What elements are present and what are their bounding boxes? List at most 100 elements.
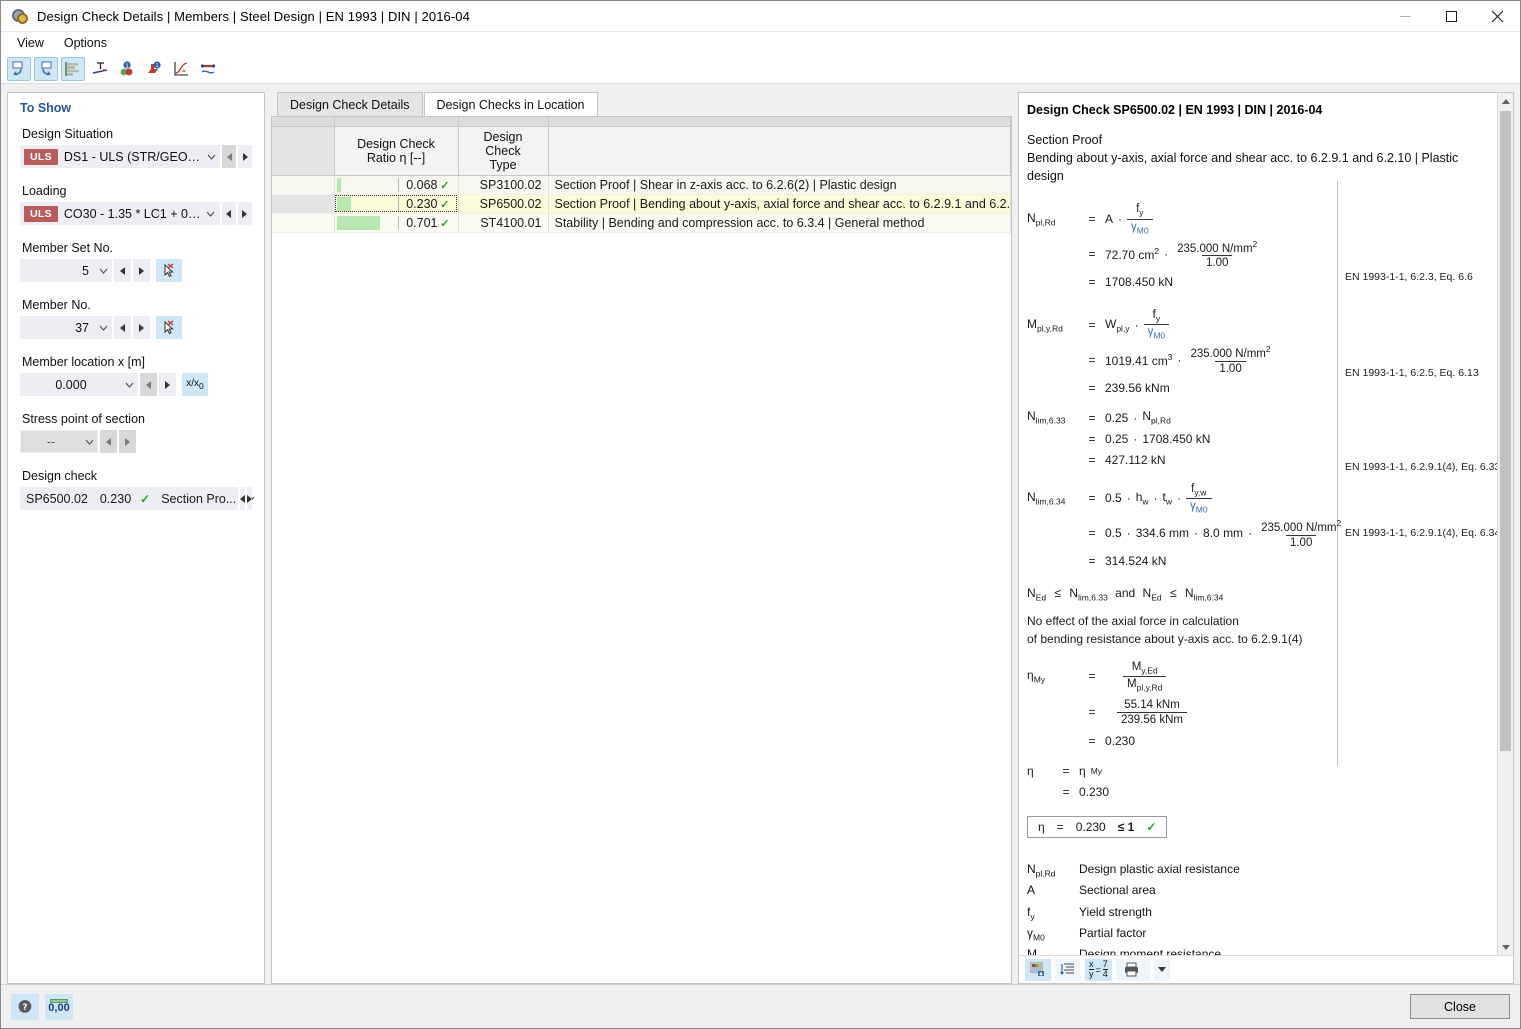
chevron-down-icon[interactable]	[81, 439, 97, 445]
fraction: fy γM0	[1127, 203, 1153, 235]
ratio-cell[interactable]: 0.230 ✓	[334, 194, 459, 214]
loading-badge: ULS	[24, 205, 58, 222]
redo-arrow-icon[interactable]	[34, 56, 58, 81]
section-icon[interactable]	[88, 57, 112, 81]
fraction: 235.000 N/mm2 1.00	[1190, 344, 1271, 375]
legend-item: Mpl,y,Rd Design moment resistance	[1027, 945, 1485, 955]
details-heading: Design Check SP6500.02 | EN 1993 | DIN |…	[1027, 103, 1323, 117]
eta-my-values: 55.14 kNm 239.56 kNm	[1105, 699, 1188, 726]
stress-point-next-button[interactable]	[119, 430, 136, 453]
row-number-cell	[272, 213, 335, 233]
legend-item: Npl,Rd Design plastic axial resistance	[1027, 860, 1485, 881]
ratio-cell[interactable]: 0.701 ✓	[334, 213, 459, 233]
list-details-icon[interactable]	[1055, 958, 1081, 981]
equals-sign: =	[1088, 669, 1096, 684]
svg-text:1: 1	[125, 63, 129, 70]
loading-next-button[interactable]	[237, 202, 252, 225]
check-mark-icon: ✓	[440, 217, 450, 230]
table-row[interactable]: 0.701 ✓ ST4100.01 Stability | Bending an…	[272, 213, 1011, 233]
design-check-ratio: 0.230	[99, 491, 132, 506]
check-mark-icon: ✓	[440, 198, 450, 211]
units-icon[interactable]: 0,00	[45, 993, 73, 1020]
details-vertical-scrollbar[interactable]	[1497, 93, 1513, 955]
chevron-down-icon[interactable]	[203, 211, 219, 217]
chevron-down-icon[interactable]	[121, 382, 137, 388]
design-check-next-button[interactable]	[247, 487, 252, 510]
eta-my-lhs: ηMy	[1027, 668, 1046, 685]
tab-design-check-details[interactable]: Design Check Details	[277, 92, 423, 116]
tab-design-checks-in-location[interactable]: Design Checks in Location	[423, 92, 598, 116]
details-subtitle-line1: Section Proof	[1027, 133, 1103, 147]
member-no-prev-button[interactable]	[114, 316, 131, 339]
design-situation-icon[interactable]: 1	[142, 57, 166, 81]
undo-arrow-icon[interactable]	[7, 56, 31, 81]
strip-cell	[272, 117, 335, 127]
check-code-cell: SP3100.02	[458, 175, 549, 195]
menu-view[interactable]: View	[9, 34, 52, 52]
description-header[interactable]	[548, 126, 1011, 176]
chevron-down-icon[interactable]	[95, 325, 111, 331]
chevron-down-icon[interactable]	[203, 154, 219, 160]
window-title: Design Check Details | Members | Steel D…	[37, 8, 470, 24]
print-icon[interactable]	[1115, 958, 1150, 981]
relative-location-toggle-button[interactable]: x/x0	[182, 373, 208, 396]
scroll-down-button[interactable]	[1498, 939, 1513, 955]
member-no-combo[interactable]: 37	[20, 316, 112, 339]
design-situation-next-button[interactable]	[238, 145, 252, 168]
fraction: My,Ed Mpl,y,Rd	[1123, 661, 1167, 692]
member-set-combo[interactable]: 5	[20, 259, 112, 282]
member-set-prev-button[interactable]	[114, 259, 131, 282]
member-set-next-button[interactable]	[133, 259, 150, 282]
chevron-down-icon[interactable]	[95, 268, 111, 274]
help-icon[interactable]: ?	[11, 993, 39, 1020]
maximize-button[interactable]	[1428, 1, 1474, 32]
result-equals: =	[1056, 820, 1064, 835]
export-image-icon[interactable]	[1025, 958, 1051, 981]
member-location-combo[interactable]: 0.000	[20, 373, 138, 396]
member-location-next-button[interactable]	[159, 373, 176, 396]
legend-description: Design moment resistance	[1079, 946, 1222, 955]
table-row[interactable]: 0.068 ✓ SP3100.02 Section Proof | Shear …	[272, 175, 1011, 195]
mpl-rhs: Wpl,y · fy γM0	[1105, 309, 1170, 341]
member-no-next-button[interactable]	[133, 316, 150, 339]
loading-prev-button[interactable]	[221, 202, 236, 225]
close-window-button[interactable]	[1474, 1, 1520, 32]
scrollbar-thumb[interactable]	[1500, 111, 1511, 751]
member-no-pick-button[interactable]	[156, 316, 182, 339]
legend-item: γM0 Partial factor	[1027, 924, 1485, 945]
result-diagram-icon[interactable]	[61, 56, 85, 81]
legend-symbol: fy	[1027, 904, 1035, 921]
minimize-button[interactable]	[1382, 1, 1428, 32]
main-toolbar: 1 1	[1, 54, 1520, 84]
formula-fraction-icon[interactable]: x y = 7 4	[1085, 958, 1112, 981]
design-check-prev-button[interactable]	[240, 487, 245, 510]
print-dropdown-chevron-icon[interactable]	[1153, 958, 1170, 981]
stress-point-combo[interactable]: --	[20, 430, 98, 453]
member-set-pick-button[interactable]	[156, 259, 182, 282]
stress-point-prev-button[interactable]	[100, 430, 117, 453]
type-header[interactable]: Design Check Type	[458, 126, 549, 176]
svg-text:?: ?	[23, 1003, 28, 1013]
menu-options[interactable]: Options	[56, 34, 115, 52]
ratio-header[interactable]: Design Check Ratio η [--]	[334, 126, 459, 176]
load-combination-icon[interactable]: 1	[115, 57, 139, 81]
loading-combo[interactable]: ULS CO30 - 1.35 * LC1 + 0.90 * LC...	[20, 202, 220, 225]
table-row[interactable]: 0.230 ✓ SP6500.02 Section Proof | Bendin…	[272, 194, 1011, 214]
design-checks-table: Design Check Ratio η [--] Design Check T…	[272, 117, 1011, 233]
scroll-up-button[interactable]	[1498, 93, 1513, 109]
member-icon[interactable]	[196, 57, 220, 81]
design-situation-combo[interactable]: ULS DS1 - ULS (STR/GEO) - Perma...	[20, 145, 221, 168]
strip-cell	[334, 117, 459, 127]
equals-sign: =	[1088, 526, 1096, 541]
ratio-cell[interactable]: 0.068 ✓	[334, 175, 459, 195]
member-set-row: 5	[20, 259, 252, 282]
design-situation-badge: ULS	[24, 148, 58, 165]
member-location-prev-button[interactable]	[140, 373, 157, 396]
app-icon	[11, 7, 29, 25]
graph-icon[interactable]	[169, 57, 193, 81]
check-description-cell: Stability | Bending and compression acc.…	[548, 213, 1011, 233]
design-check-combo[interactable]: SP6500.02 0.230 ✓ Section Pro...	[20, 487, 255, 510]
close-button[interactable]: Close	[1410, 994, 1510, 1019]
equals-sign: =	[1088, 554, 1096, 569]
design-situation-prev-button[interactable]	[222, 145, 237, 168]
